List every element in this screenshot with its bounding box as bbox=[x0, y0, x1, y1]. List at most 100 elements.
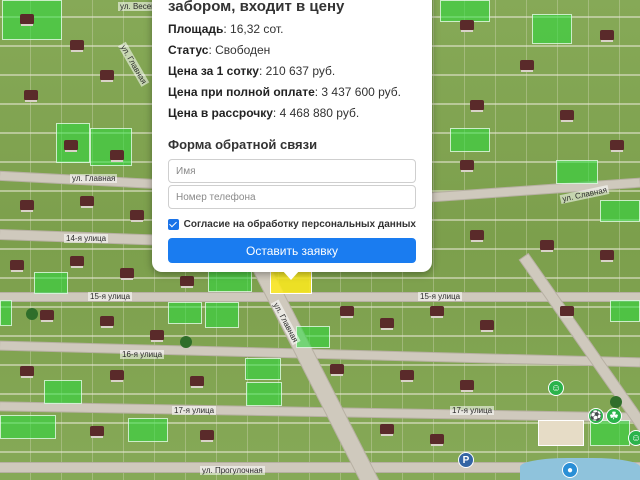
plot-available[interactable] bbox=[90, 128, 132, 166]
price-per-sotka-row: Цена за 1 сотку: 210 637 руб. bbox=[168, 63, 416, 79]
house-icon bbox=[470, 230, 484, 240]
street-label: ул. Главная bbox=[70, 174, 118, 183]
house-icon bbox=[10, 260, 24, 270]
house-icon bbox=[200, 430, 214, 440]
status-row: Статус: Свободен bbox=[168, 42, 416, 58]
house-icon bbox=[80, 196, 94, 206]
feedback-form-title: Форма обратной связи bbox=[168, 137, 318, 152]
plot-available[interactable] bbox=[245, 358, 281, 380]
status-label: Статус bbox=[168, 43, 209, 57]
installment-price-label: Цена в рассрочку bbox=[168, 106, 273, 120]
pond bbox=[520, 458, 640, 480]
house-icon bbox=[110, 150, 124, 160]
house-icon bbox=[330, 364, 344, 374]
street-label: 17-я улица bbox=[172, 406, 217, 415]
plot-available[interactable] bbox=[128, 418, 168, 442]
house-icon bbox=[460, 160, 474, 170]
house-icon bbox=[150, 330, 164, 340]
playground-poi-icon[interactable]: ☺ bbox=[548, 380, 564, 396]
playground-area bbox=[538, 420, 584, 446]
house-icon bbox=[20, 200, 34, 210]
submit-request-button[interactable]: Оставить заявку bbox=[168, 238, 416, 263]
consent-row[interactable]: Согласие на обработку персональных данны… bbox=[168, 217, 416, 231]
house-icon bbox=[520, 60, 534, 70]
house-icon bbox=[24, 90, 38, 100]
installment-price-value: : 4 468 880 руб. bbox=[272, 106, 360, 120]
house-icon bbox=[20, 14, 34, 24]
plot-available[interactable] bbox=[296, 326, 330, 348]
status-value: : Свободен bbox=[208, 43, 271, 57]
house-icon bbox=[40, 310, 54, 320]
area-value: : 16,32 сот. bbox=[223, 22, 284, 36]
street-label: 15-я улица bbox=[88, 292, 133, 301]
street-label: 17-я улица bbox=[450, 406, 495, 415]
tree-icon bbox=[610, 396, 622, 408]
house-icon bbox=[130, 210, 144, 220]
house-icon bbox=[600, 250, 614, 260]
plot-available[interactable] bbox=[600, 200, 640, 222]
plot-available[interactable] bbox=[556, 160, 598, 184]
plot-available[interactable] bbox=[0, 300, 12, 326]
popup-title: забором, входит в цену bbox=[168, 0, 345, 15]
full-price-row: Цена при полной оплате: 3 437 600 руб. bbox=[168, 84, 416, 100]
price-per-sotka-label: Цена за 1 сотку bbox=[168, 64, 259, 78]
water-poi-icon[interactable]: ● bbox=[562, 462, 578, 478]
house-icon bbox=[100, 316, 114, 326]
popup-pointer bbox=[282, 270, 300, 280]
house-icon bbox=[430, 434, 444, 444]
house-icon bbox=[380, 318, 394, 328]
plot-available[interactable] bbox=[440, 0, 490, 22]
road-17 bbox=[0, 402, 640, 422]
sport-poi-icon[interactable]: ⚽ bbox=[588, 408, 604, 424]
house-icon bbox=[560, 306, 574, 316]
price-per-sotka-value: : 210 637 руб. bbox=[258, 64, 336, 78]
house-icon bbox=[430, 306, 444, 316]
house-icon bbox=[600, 30, 614, 40]
installment-price-row: Цена в рассрочку: 4 468 880 руб. bbox=[168, 105, 416, 121]
house-icon bbox=[400, 370, 414, 380]
plot-available[interactable] bbox=[0, 415, 56, 439]
plot-info-popup: забором, входит в цену Площадь: 16,32 со… bbox=[152, 0, 432, 272]
parking-poi-icon[interactable]: P bbox=[458, 452, 474, 468]
house-icon bbox=[90, 426, 104, 436]
park-poi-icon[interactable]: ☘ bbox=[606, 408, 622, 424]
plot-available[interactable] bbox=[450, 128, 490, 152]
area-row: Площадь: 16,32 сот. bbox=[168, 21, 416, 37]
full-price-value: : 3 437 600 руб. bbox=[314, 85, 402, 99]
consent-checkbox[interactable] bbox=[168, 218, 179, 230]
full-price-label: Цена при полной оплате bbox=[168, 85, 315, 99]
house-icon bbox=[100, 70, 114, 80]
house-icon bbox=[340, 306, 354, 316]
area-label: Площадь bbox=[168, 22, 224, 36]
house-icon bbox=[120, 268, 134, 278]
plot-available[interactable] bbox=[44, 380, 82, 404]
plot-available[interactable] bbox=[246, 382, 282, 406]
house-icon bbox=[480, 320, 494, 330]
plot-available[interactable] bbox=[610, 300, 640, 322]
house-icon bbox=[180, 276, 194, 286]
playground-poi-icon[interactable]: ☺ bbox=[628, 430, 640, 446]
street-label: 16-я улица bbox=[120, 350, 165, 359]
consent-label: Согласие на обработку персональных данны… bbox=[183, 218, 416, 230]
plot-available[interactable] bbox=[208, 270, 252, 292]
street-label: ул. Главная bbox=[117, 41, 150, 88]
street-label: ул. Прогулочная bbox=[200, 466, 265, 475]
name-input[interactable] bbox=[168, 159, 416, 183]
tree-icon bbox=[26, 308, 38, 320]
street-label: 14-я улица bbox=[64, 234, 109, 243]
plot-available[interactable] bbox=[205, 302, 239, 328]
plot-available[interactable] bbox=[532, 14, 572, 44]
house-icon bbox=[460, 20, 474, 30]
house-icon bbox=[560, 110, 574, 120]
house-icon bbox=[380, 424, 394, 434]
house-icon bbox=[64, 140, 78, 150]
house-icon bbox=[190, 376, 204, 386]
house-icon bbox=[110, 370, 124, 380]
house-icon bbox=[70, 256, 84, 266]
house-icon bbox=[20, 366, 34, 376]
plot-available[interactable] bbox=[34, 272, 68, 294]
house-icon bbox=[540, 240, 554, 250]
house-icon bbox=[460, 380, 474, 390]
plot-available[interactable] bbox=[168, 302, 202, 324]
phone-input[interactable] bbox=[168, 185, 416, 209]
